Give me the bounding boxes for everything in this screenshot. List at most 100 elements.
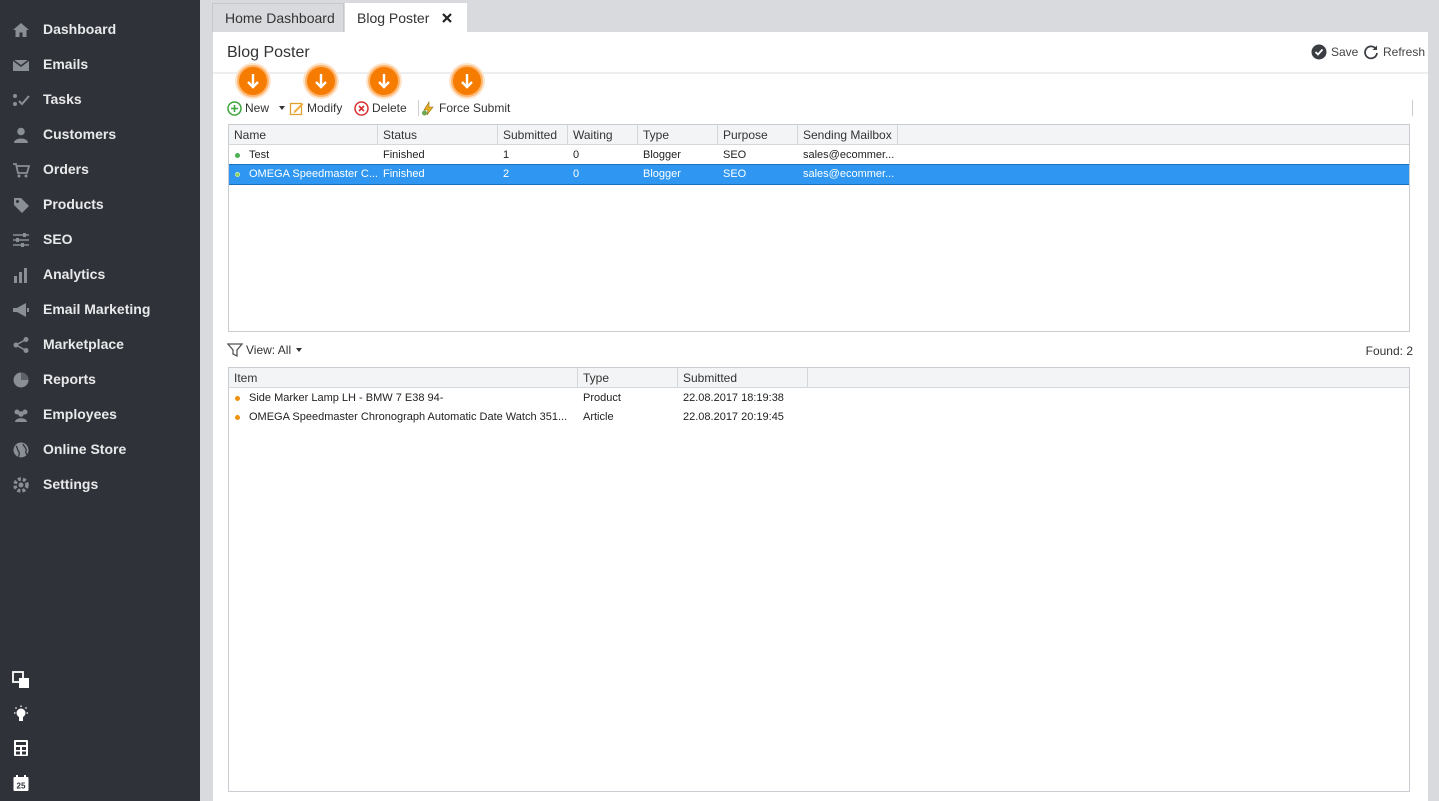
calendar-day: 25 bbox=[17, 782, 26, 791]
column-header-name[interactable]: Name bbox=[229, 125, 378, 145]
cart-icon bbox=[12, 161, 30, 179]
delete-circle-icon bbox=[354, 100, 369, 116]
table-row-selected[interactable]: OMEGA Speedmaster C... Finished 2 0 Blog… bbox=[229, 164, 1409, 185]
sidebar-item-settings[interactable]: Settings bbox=[0, 467, 200, 502]
sidebar-item-label: Employees bbox=[43, 406, 117, 422]
refresh-button[interactable]: Refresh bbox=[1363, 44, 1425, 60]
sidebar-item-seo[interactable]: SEO bbox=[0, 222, 200, 257]
column-header-status[interactable]: Status bbox=[378, 125, 498, 145]
new-label: New bbox=[245, 101, 270, 115]
sidebar-item-dashboard[interactable]: Dashboard bbox=[0, 12, 200, 47]
sidebar-item-label: Customers bbox=[43, 126, 117, 142]
lightbulb-icon[interactable] bbox=[12, 705, 30, 723]
users-icon bbox=[12, 406, 30, 424]
sidebar-item-reports[interactable]: Reports bbox=[0, 362, 200, 397]
new-button[interactable]: New bbox=[227, 98, 269, 118]
new-dropdown-toggle[interactable] bbox=[278, 98, 289, 118]
sidebar-item-label: Products bbox=[43, 196, 104, 212]
toolbar-divider bbox=[418, 100, 419, 116]
cell-submitted: 22.08.2017 20:19:45 bbox=[683, 411, 784, 423]
cell-waiting: 0 bbox=[573, 168, 580, 180]
delete-callout-arrow-icon bbox=[368, 65, 400, 97]
delete-button[interactable]: Delete bbox=[354, 98, 407, 118]
edit-icon bbox=[289, 102, 304, 115]
cell-type: Product bbox=[583, 392, 621, 404]
column-header-submitted[interactable]: Submitted bbox=[498, 125, 568, 145]
grid-header: Name Status Submitted Waiting Type Purpo… bbox=[229, 125, 1409, 145]
delete-label: Delete bbox=[372, 101, 407, 115]
cell-submitted: 22.08.2017 18:19:38 bbox=[683, 392, 784, 404]
sidebar-item-analytics[interactable]: Analytics bbox=[0, 257, 200, 292]
sidebar-item-label: Dashboard bbox=[43, 21, 117, 37]
sidebar-item-email-marketing[interactable]: Email Marketing bbox=[0, 292, 200, 327]
modify-label: Modify bbox=[307, 101, 343, 115]
column-header-sending-mailbox[interactable]: Sending Mailbox bbox=[798, 125, 898, 145]
force-submit-label: Force Submit bbox=[439, 101, 511, 115]
check-circle-icon bbox=[1311, 44, 1327, 60]
sidebar-item-employees[interactable]: Employees bbox=[0, 397, 200, 432]
sliders-icon bbox=[12, 231, 30, 249]
cell-item: Side Marker Lamp LH - BMW 7 E38 94- bbox=[249, 392, 444, 404]
view-filter-dropdown[interactable]: View: All bbox=[227, 342, 303, 358]
calendar-icon[interactable]: 25 bbox=[12, 774, 30, 792]
filter-icon bbox=[227, 343, 243, 358]
status-dot bbox=[235, 153, 240, 158]
cell-purpose: SEO bbox=[723, 149, 747, 161]
status-dot bbox=[235, 172, 240, 177]
tab-blog-poster[interactable]: Blog Poster bbox=[345, 3, 467, 32]
close-icon[interactable] bbox=[441, 11, 453, 23]
view-filter-label: View: All bbox=[246, 343, 292, 357]
force-submit-button[interactable]: Force Submit bbox=[421, 98, 510, 118]
cell-name: Test bbox=[249, 149, 270, 161]
cell-name: OMEGA Speedmaster C... bbox=[249, 168, 378, 180]
tab-home-dashboard[interactable]: Home Dashboard bbox=[212, 3, 344, 32]
windows-icon[interactable] bbox=[12, 671, 30, 689]
user-icon bbox=[12, 126, 30, 144]
sidebar-item-label: SEO bbox=[43, 231, 73, 247]
cell-mailbox: sales@ecommer... bbox=[803, 149, 895, 161]
cell-type: Article bbox=[583, 411, 614, 423]
refresh-icon bbox=[1364, 45, 1378, 60]
sidebar: Dashboard Emails Tasks Customers Orders … bbox=[0, 0, 200, 801]
modify-button[interactable]: Modify bbox=[289, 98, 342, 118]
sidebar-item-orders[interactable]: Orders bbox=[0, 152, 200, 187]
sidebar-item-marketplace[interactable]: Marketplace bbox=[0, 327, 200, 362]
column-header-type[interactable]: Type bbox=[578, 368, 678, 388]
sidebar-item-customers[interactable]: Customers bbox=[0, 117, 200, 152]
bar-chart-icon bbox=[12, 266, 30, 284]
sidebar-item-emails[interactable]: Emails bbox=[0, 47, 200, 82]
sidebar-item-label: Email Marketing bbox=[43, 301, 151, 317]
cell-type: Blogger bbox=[643, 168, 681, 180]
cell-mailbox: sales@ecommer... bbox=[803, 168, 895, 180]
sidebar-item-label: Analytics bbox=[43, 266, 106, 282]
grid-header: Item Type Submitted bbox=[229, 368, 1409, 388]
force-submit-icon bbox=[422, 100, 434, 115]
table-row[interactable]: Side Marker Lamp LH - BMW 7 E38 94- Prod… bbox=[229, 389, 1409, 408]
column-header-type[interactable]: Type bbox=[638, 125, 718, 145]
main-panel: Blog Poster Save Refresh New Modify Dele… bbox=[213, 32, 1428, 801]
table-row[interactable]: Test Finished 1 0 Blogger SEO sales@ecom… bbox=[229, 146, 1409, 165]
save-button[interactable]: Save bbox=[1311, 44, 1358, 60]
item-dot bbox=[235, 396, 240, 401]
cell-status: Finished bbox=[383, 168, 425, 180]
page-title: Blog Poster bbox=[227, 44, 310, 61]
calculator-icon[interactable] bbox=[12, 739, 30, 757]
sidebar-item-tasks[interactable]: Tasks bbox=[0, 82, 200, 117]
pie-chart-icon bbox=[12, 371, 30, 389]
megaphone-icon bbox=[12, 301, 30, 319]
filter-bar: View: All Found: 2 bbox=[227, 342, 1413, 360]
toolbar: New Modify Delete Force Submit bbox=[227, 98, 1413, 118]
column-header-submitted[interactable]: Submitted bbox=[678, 368, 808, 388]
cell-status: Finished bbox=[383, 149, 425, 161]
column-header-purpose[interactable]: Purpose bbox=[718, 125, 798, 145]
column-header-item[interactable]: Item bbox=[229, 368, 578, 388]
column-header-waiting[interactable]: Waiting bbox=[568, 125, 638, 145]
sidebar-item-online-store[interactable]: Online Store bbox=[0, 432, 200, 467]
items-grid: Item Type Submitted Side Marker Lamp LH … bbox=[228, 367, 1410, 792]
sidebar-item-products[interactable]: Products bbox=[0, 187, 200, 222]
cell-waiting: 0 bbox=[573, 149, 580, 161]
modify-callout-arrow-icon bbox=[305, 65, 337, 97]
sidebar-item-label: Tasks bbox=[43, 91, 82, 107]
cell-purpose: SEO bbox=[723, 168, 747, 180]
table-row[interactable]: OMEGA Speedmaster Chronograph Automatic … bbox=[229, 408, 1409, 427]
